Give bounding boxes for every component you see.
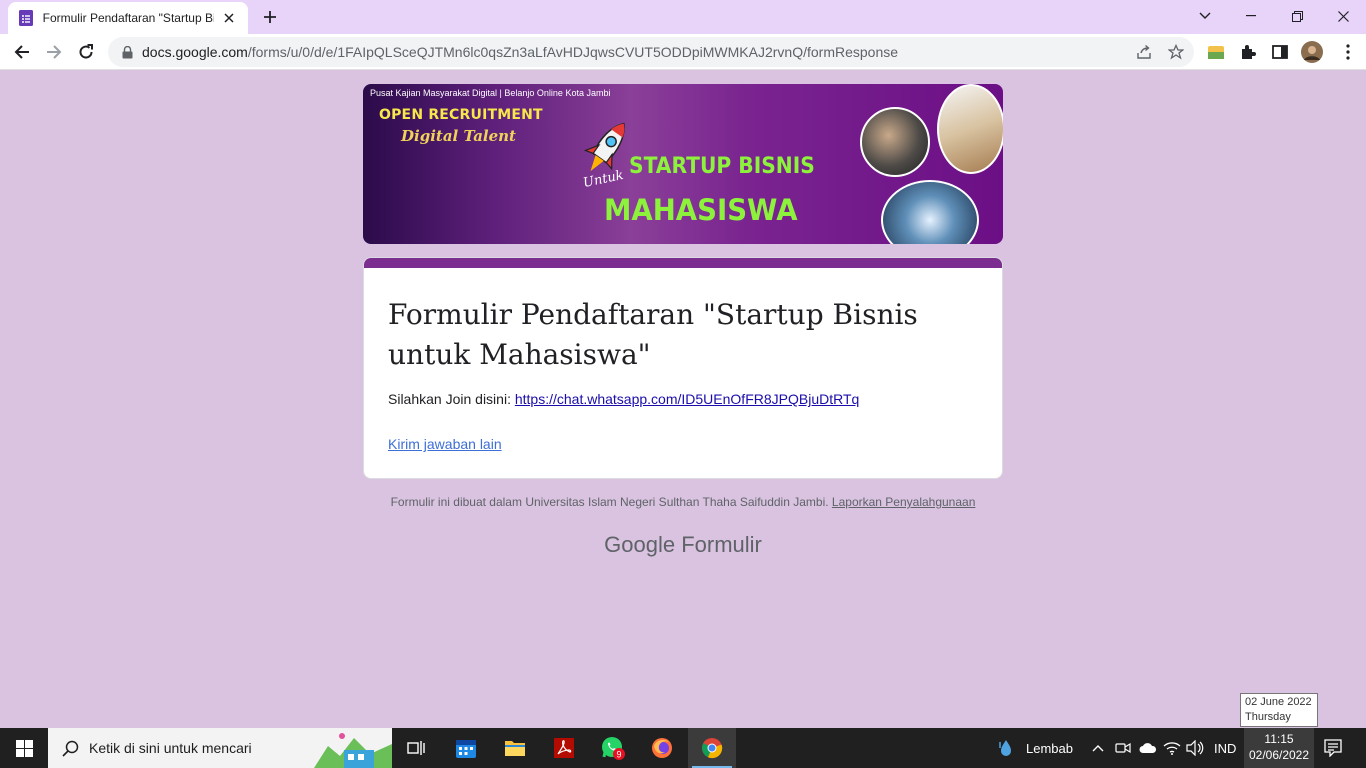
technology-photo xyxy=(881,180,979,244)
volume-icon[interactable] xyxy=(1185,738,1205,758)
forward-button[interactable] xyxy=(40,38,68,66)
google-forms-icon xyxy=(18,10,34,26)
clock-date: 02/06/2022 xyxy=(1248,748,1310,762)
close-icon[interactable] xyxy=(220,9,238,27)
search-icon xyxy=(62,740,79,757)
side-panel-icon[interactable] xyxy=(1269,41,1291,63)
browser-tab[interactable]: Formulir Pendaftaran "Startup Bis xyxy=(8,2,248,34)
footer-note-text: Formulir ini dibuat dalam Universitas Is… xyxy=(390,495,829,509)
form-header-image: Pusat Kajian Masyarakat Digital | Belanj… xyxy=(363,84,1003,244)
file-explorer-app[interactable] xyxy=(491,728,539,768)
search-placeholder: Ketik di sini untuk mencari xyxy=(89,740,252,756)
weather-icon[interactable] xyxy=(996,738,1016,758)
confirmation-message: Silahkan Join disini: https://chat.whats… xyxy=(388,391,859,407)
browser-titlebar: Formulir Pendaftaran "Startup Bis xyxy=(0,0,1366,34)
task-view-button[interactable] xyxy=(392,728,440,768)
back-button[interactable] xyxy=(8,38,36,66)
google-forms-logo[interactable]: Google Formulir xyxy=(363,532,1003,558)
close-window-button[interactable] xyxy=(1320,0,1366,32)
extensions-puzzle-icon[interactable] xyxy=(1237,41,1259,63)
notifications-icon[interactable] xyxy=(1323,738,1343,758)
tab-title: Formulir Pendaftaran "Startup Bis xyxy=(42,11,215,25)
card-accent-strip xyxy=(364,258,1002,268)
url-text: docs.google.com/forms/u/0/d/e/1FAIpQLSce… xyxy=(142,44,898,60)
menu-dots-icon[interactable] xyxy=(1337,41,1359,63)
banner-startup-bisnis: STARTUP BISNIS xyxy=(629,154,815,179)
bookmark-star-icon[interactable] xyxy=(1166,42,1186,62)
windows-icon xyxy=(15,739,33,757)
banner-subtitle: Pusat Kajian Masyarakat Digital | Belanj… xyxy=(370,88,611,98)
confirmation-prefix: Silahkan Join disini: xyxy=(388,391,515,407)
onedrive-icon[interactable] xyxy=(1138,738,1158,758)
url-path: /forms/u/0/d/e/1FAIpQLSceQJTMn6lc0qsZn3a… xyxy=(247,44,899,60)
weather-label[interactable]: Lembab xyxy=(1026,741,1073,756)
submit-another-response-link[interactable]: Kirim jawaban lain xyxy=(388,436,502,452)
extension-icon[interactable] xyxy=(1205,41,1227,63)
team-photo xyxy=(860,107,930,177)
pdf-reader-app[interactable] xyxy=(540,728,588,768)
online-shopping-photo xyxy=(937,84,1003,174)
form-confirmation-card: Formulir Pendaftaran "Startup Bisnis unt… xyxy=(363,257,1003,479)
taskbar-clock[interactable]: 11:15 02/06/2022 xyxy=(1244,728,1314,768)
profile-avatar[interactable] xyxy=(1301,41,1323,63)
report-abuse-link[interactable]: Laporkan Penyalahgunaan xyxy=(832,495,975,509)
calendar-app[interactable] xyxy=(442,728,490,768)
tab-search-button[interactable] xyxy=(1182,0,1228,32)
date-tooltip: 02 June 2022 Thursday xyxy=(1240,693,1318,727)
chevron-up-icon[interactable] xyxy=(1088,738,1108,758)
address-bar[interactable]: docs.google.com/forms/u/0/d/e/1FAIpQLSce… xyxy=(108,37,1194,67)
reload-button[interactable] xyxy=(72,38,100,66)
banner-digital-talent: Digital Talent xyxy=(401,127,516,145)
logo-forms-text: Formulir xyxy=(681,532,762,557)
banner-mahasiswa: MAHASISWA xyxy=(604,193,798,227)
start-button[interactable] xyxy=(0,728,48,768)
whatsapp-badge: 9 xyxy=(616,750,621,760)
meet-now-icon[interactable] xyxy=(1113,738,1133,758)
whatsapp-app[interactable]: 9 xyxy=(589,728,637,768)
lock-icon[interactable] xyxy=(120,44,134,60)
clock-time: 11:15 xyxy=(1264,732,1294,746)
share-icon[interactable] xyxy=(1134,42,1154,62)
taskbar: Ketik di sini untuk mencari 9 Lembab IND… xyxy=(0,728,1366,768)
browser-toolbar: docs.google.com/forms/u/0/d/e/1FAIpQLSce… xyxy=(0,34,1366,70)
url-host: docs.google.com xyxy=(142,44,248,60)
taskbar-search[interactable]: Ketik di sini untuk mencari xyxy=(48,728,392,768)
minimize-button[interactable] xyxy=(1228,0,1274,32)
form-title: Formulir Pendaftaran "Startup Bisnis unt… xyxy=(388,298,918,371)
chrome-app[interactable] xyxy=(688,728,736,768)
input-language[interactable]: IND xyxy=(1214,741,1236,756)
logo-google-text: Google xyxy=(604,532,676,557)
restore-button[interactable] xyxy=(1274,0,1320,32)
footer-note: Formulir ini dibuat dalam Universitas Is… xyxy=(363,495,1003,509)
banner-open-recruitment: OPEN RECRUITMENT xyxy=(379,107,543,123)
wifi-icon[interactable] xyxy=(1162,738,1182,758)
tooltip-day: Thursday xyxy=(1245,711,1291,723)
tooltip-date: 02 June 2022 xyxy=(1245,696,1312,708)
whatsapp-link[interactable]: https://chat.whatsapp.com/ID5UEnOfFR8JPQ… xyxy=(515,391,859,407)
new-tab-button[interactable] xyxy=(258,6,282,28)
firefox-app[interactable] xyxy=(638,728,686,768)
search-highlight-image xyxy=(314,728,392,768)
